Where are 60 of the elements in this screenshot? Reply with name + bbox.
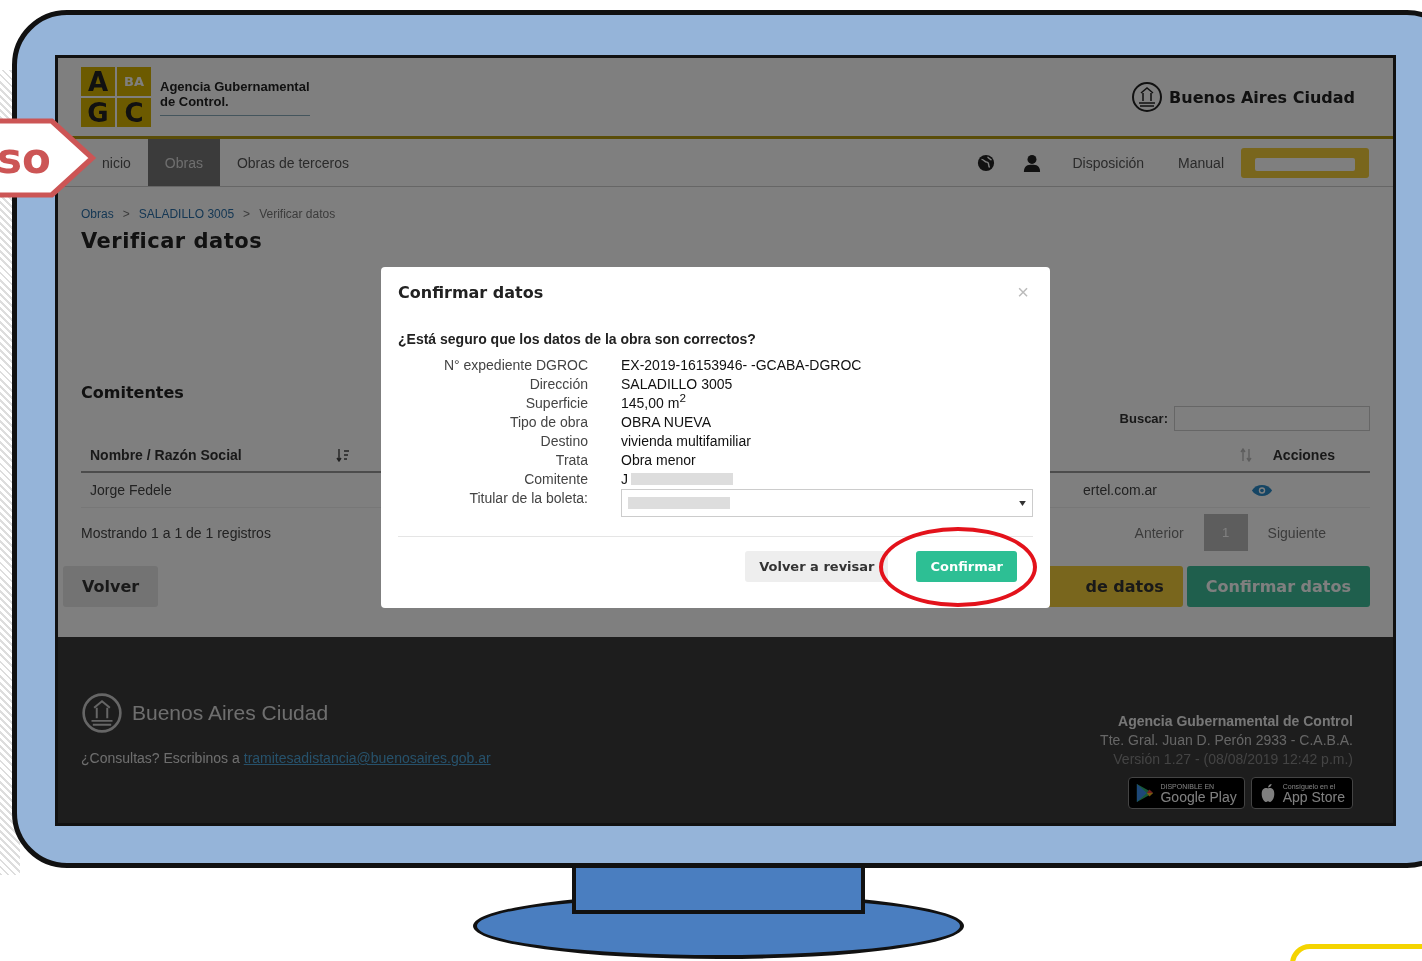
dialog-confirm-button[interactable]: Confirmar	[916, 551, 1017, 582]
field-label: Superficie	[524, 394, 588, 412]
city-brand: Buenos Aires Ciudad	[1169, 87, 1355, 107]
dialog-title: Confirmar datos	[398, 282, 545, 302]
field-label: N° expediente DGROC	[442, 356, 588, 374]
review-button[interactable]: Volver a revisar	[745, 551, 889, 582]
confirm-button[interactable]: Confirmar datos	[1186, 566, 1370, 607]
field-value: 145,00 m$^{2}$	[621, 394, 687, 412]
seal-icon	[81, 692, 123, 734]
agency-name: Agencia Gubernamental de Control.	[160, 78, 310, 116]
previous-link[interactable]: Anterior	[1114, 524, 1204, 541]
breadcrumb-link[interactable]: SALADILLO 3005	[138, 207, 235, 221]
agency-info: Tte. Gral. Juan D. Perón 2933 - C.A.B.A.	[1100, 731, 1353, 750]
dialog-question: ¿Está seguro que los datos de la obra son correctos?	[398, 331, 757, 347]
table-cell: ertel.com.ar	[1083, 482, 1157, 498]
search-label: Buscar:	[1119, 411, 1168, 426]
logo-letter: BA	[117, 67, 151, 96]
email-link[interactable]: tramitesadistancia@buenosaires.gob.ar	[243, 750, 491, 766]
field-label: Destino	[539, 432, 588, 450]
breadcrumb-link[interactable]: Obras	[81, 207, 114, 221]
section-title: Comitentes	[81, 383, 184, 402]
nav-link[interactable]: Manual	[1161, 139, 1241, 186]
field-value: OBRA NUEVA	[621, 413, 712, 431]
field-label: Dirección	[528, 375, 588, 393]
user-icon[interactable]	[1023, 153, 1042, 172]
field-value: vivienda multifamiliar	[621, 432, 752, 450]
field-value: EX-2019-16153946- -GCABA-DGROC	[621, 356, 863, 374]
breadcrumb-separator: >	[122, 207, 130, 221]
table-cell: Jorge Fedele	[90, 482, 172, 498]
page-title: Verificar datos	[81, 229, 264, 253]
footer-brand: Buenos Aires Ciudad	[132, 701, 329, 725]
field-label: Comitente	[523, 470, 588, 488]
breadcrumb-separator: >	[243, 207, 251, 221]
next-link[interactable]: Siguiente	[1247, 524, 1370, 541]
field-value: SALADILLO 3005	[621, 375, 734, 393]
caret-icon	[1019, 500, 1026, 506]
breadcrumb-current: Verificar datos	[259, 207, 336, 221]
search-field[interactable]	[1174, 406, 1370, 431]
back-button[interactable]: Volver	[63, 566, 159, 607]
seal-icon	[1131, 81, 1164, 113]
nav-link[interactable]: Disposición	[1055, 139, 1162, 186]
field-label: Titular de la boleta:	[468, 489, 588, 508]
logo-letter: A	[81, 67, 115, 96]
user-button[interactable]	[1241, 147, 1369, 178]
owner-select[interactable]	[621, 489, 1033, 517]
table-info: Mostrando 1 a 1 de 1 registros	[81, 524, 271, 541]
column-header: Acciones	[1272, 447, 1335, 463]
field-value: J	[621, 470, 628, 488]
field-label: Tipo de obra	[508, 413, 588, 431]
eye-icon[interactable]	[1251, 483, 1273, 497]
nav-tab[interactable]: Obras de terceros	[219, 139, 366, 186]
contact-text: ¿Consultas? Escribinos a	[81, 750, 240, 766]
close-button[interactable]: ×	[1013, 280, 1033, 304]
column-header[interactable]: Nombre / Razón Social	[90, 447, 242, 463]
logo-letter: C	[117, 98, 151, 127]
field-label: Trata	[554, 451, 588, 469]
sort-icon[interactable]	[335, 448, 350, 462]
agency-info: Agencia Gubernamental de Control	[1117, 712, 1353, 731]
globe-icon[interactable]	[977, 153, 996, 172]
field-value: Obra menor	[621, 451, 697, 469]
